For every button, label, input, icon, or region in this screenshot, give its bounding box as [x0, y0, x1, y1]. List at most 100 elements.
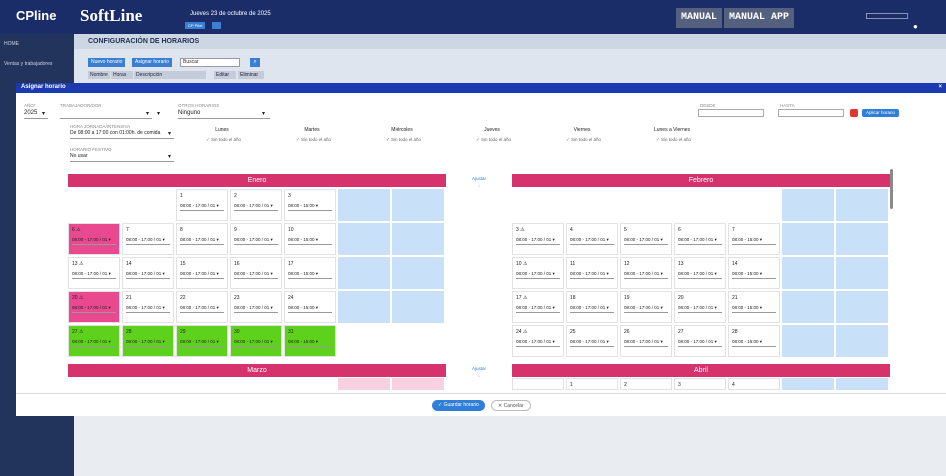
shift-select[interactable]: 08:00 - 17:00 / 01 ▾	[570, 305, 609, 311]
shift-select[interactable]: 08:00 - 17:00 / 01 ▾	[516, 271, 555, 277]
shift-select[interactable]: 08:00 - 17:00 / 01 ▾	[126, 305, 165, 311]
calendar-chevron-icon[interactable]: ▾	[262, 110, 265, 117]
search-icon[interactable]: ⌕	[250, 58, 260, 67]
manual-app-button[interactable]: MANUAL APP	[724, 8, 795, 28]
year-chevron-icon[interactable]: ▾	[42, 110, 45, 117]
day-cell[interactable]: 24 ⚠ 08:00 - 17:00 / 01 ▾	[512, 325, 564, 357]
search-input[interactable]: Buscar	[180, 58, 240, 67]
shift-select[interactable]: 08:00 - 17:00 / 01 ▾	[180, 339, 219, 345]
day-cell[interactable]	[836, 378, 888, 390]
worker-filter-icon[interactable]: ▾	[157, 110, 160, 117]
day-cell[interactable]: 17 ⚠ 08:00 - 17:00 / 01 ▾	[512, 291, 564, 323]
shift-select[interactable]: 08:00 - 17:00 / 01 ▾	[624, 305, 663, 311]
day-cell[interactable]: 1	[566, 378, 618, 390]
day-cell[interactable]	[338, 291, 390, 323]
day-cell[interactable]: 23 08:00 - 17:00 / 01 ▾	[230, 291, 282, 323]
day-cell[interactable]: 8 08:00 - 17:00 / 01 ▾	[176, 223, 228, 255]
day-cell[interactable]: 27 08:00 - 17:00 / 01 ▾	[674, 325, 726, 357]
day-cell[interactable]: 30 08:00 - 17:00 / 01 ▾	[230, 325, 282, 357]
shift-select[interactable]: 08:00 - 17:00 / 01 ▾	[72, 339, 111, 345]
shift-select[interactable]: 08:00 - 17:00 / 01 ▾	[126, 271, 165, 277]
day-cell[interactable]	[512, 378, 564, 390]
day-cell[interactable]: 26 08:00 - 17:00 / 01 ▾	[620, 325, 672, 357]
manual-button[interactable]: MANUAL	[676, 8, 723, 28]
shift-select[interactable]: 08:00 - 17:00 / 01 ▾	[516, 237, 555, 243]
shift-select[interactable]: 08:00 - 15:00 ▾	[288, 237, 318, 243]
shift-select[interactable]: 08:00 - 17:00 / 01 ▾	[126, 339, 165, 345]
day-cell[interactable]: 13 08:00 - 17:00 / 01 ▾	[674, 257, 726, 289]
shift-select[interactable]: 08:00 - 15:00 ▾	[288, 203, 318, 209]
new-schedule-button[interactable]: Nuevo horario	[88, 58, 126, 67]
day-cell[interactable]	[392, 223, 444, 255]
weekday-martes-check[interactable]: ✓ Sin todo el año	[296, 137, 331, 143]
day-cell[interactable]: 10 ⚠ 08:00 - 17:00 / 01 ▾	[512, 257, 564, 289]
day-cell[interactable]: 9 08:00 - 17:00 / 01 ▾	[230, 223, 282, 255]
day-cell[interactable]: 15 08:00 - 17:00 / 01 ▾	[176, 257, 228, 289]
shift-select[interactable]: 08:00 - 17:00 / 01 ▾	[516, 339, 555, 345]
user-icon[interactable]: ●	[913, 22, 918, 31]
shift-select[interactable]: 08:00 - 17:00 / 01 ▾	[570, 271, 609, 277]
shift-select[interactable]: 08:00 - 17:00 / 01 ▾	[180, 203, 219, 209]
day-cell[interactable]: 3	[674, 378, 726, 390]
day-cell[interactable]	[782, 189, 834, 221]
sidebar-item-ventas[interactable]: Ventas y trabajadores	[4, 61, 52, 67]
shift-select[interactable]: 08:00 - 17:00 / 01 ▾	[234, 271, 273, 277]
day-cell[interactable]: 4 08:00 - 17:00 / 01 ▾	[566, 223, 618, 255]
day-cell[interactable]: 4	[728, 378, 780, 390]
col-nombre[interactable]: Nombre	[88, 71, 110, 79]
col-horas[interactable]: Horas	[111, 71, 133, 79]
shift-select[interactable]: 08:00 - 15:00 ▾	[732, 271, 762, 277]
top-checkbox[interactable]	[866, 13, 908, 19]
day-cell[interactable]	[782, 223, 834, 255]
shift-select[interactable]: 08:00 - 17:00 / 01 ▾	[624, 271, 663, 277]
day-cell[interactable]	[836, 291, 888, 323]
weekday-jueves-check[interactable]: ✓ Sin todo el año	[476, 137, 511, 143]
day-cell[interactable]: 16 08:00 - 17:00 / 01 ▾	[230, 257, 282, 289]
day-cell[interactable]: 31 08:00 - 15:00 ▾	[284, 325, 336, 357]
save-schedule-button[interactable]: ✓ Guardar horario	[432, 400, 485, 411]
shift-select[interactable]: 08:00 - 17:00 / 01 ▾	[624, 339, 663, 345]
day-cell[interactable]: 17 08:00 - 15:00 ▾	[284, 257, 336, 289]
day-cell[interactable]: 6 08:00 - 17:00 / 01 ▾	[674, 223, 726, 255]
pilot-icon[interactable]	[212, 22, 221, 29]
shift-select[interactable]: 08:00 - 17:00 / 01 ▾	[624, 237, 663, 243]
day-cell[interactable]	[392, 257, 444, 289]
day-cell[interactable]	[782, 291, 834, 323]
day-cell[interactable]: 12 08:00 - 17:00 / 01 ▾	[620, 257, 672, 289]
day-cell[interactable]	[782, 257, 834, 289]
shift-select[interactable]: 08:00 - 17:00 / 01 ▾	[678, 305, 717, 311]
ajustar-link-1[interactable]: Ajustar ↓	[464, 175, 494, 189]
day-cell[interactable]: 29 08:00 - 17:00 / 01 ▾	[176, 325, 228, 357]
day-cell[interactable]	[782, 378, 834, 390]
day-cell[interactable]: 3 08:00 - 15:00 ▾	[284, 189, 336, 221]
shift-select[interactable]: 08:00 - 17:00 / 01 ▾	[678, 237, 717, 243]
shift-select[interactable]: 08:00 - 17:00 / 01 ▾	[180, 237, 219, 243]
day-cell[interactable]: 14 08:00 - 15:00 ▾	[728, 257, 780, 289]
day-cell[interactable]: 28 08:00 - 17:00 / 01 ▾	[122, 325, 174, 357]
col-eliminar[interactable]: Eliminar	[238, 71, 264, 79]
day-cell[interactable]: 11 08:00 - 17:00 / 01 ▾	[566, 257, 618, 289]
shift-select[interactable]: 08:00 - 17:00 / 01 ▾	[72, 271, 111, 277]
day-cell[interactable]: 7 08:00 - 15:00 ▾	[728, 223, 780, 255]
shift-select[interactable]: 08:00 - 17:00 / 01 ▾	[180, 305, 219, 311]
day-cell[interactable]: 10 08:00 - 15:00 ▾	[284, 223, 336, 255]
worker-chevron-icon[interactable]: ▾	[146, 110, 149, 117]
day-cell[interactable]	[392, 291, 444, 323]
day-cell[interactable]: 20 ⚠ 08:00 - 17:00 / 01 ▾	[68, 291, 120, 323]
day-cell[interactable]: 20 08:00 - 17:00 / 01 ▾	[674, 291, 726, 323]
shift-select[interactable]: 08:00 - 15:00 ▾	[288, 305, 318, 311]
shift-select[interactable]: 08:00 - 17:00 / 01 ▾	[180, 271, 219, 277]
shift-select[interactable]: 08:00 - 17:00 / 01 ▾	[234, 339, 273, 345]
col-editar[interactable]: Editar	[214, 71, 236, 79]
col-descripcion[interactable]: Descripción	[134, 71, 206, 79]
day-cell[interactable]: 21 08:00 - 17:00 / 01 ▾	[122, 291, 174, 323]
day-cell[interactable]: 27 ⚠ 08:00 - 17:00 / 01 ▾	[68, 325, 120, 357]
close-icon[interactable]: ×	[938, 84, 942, 90]
pilot-badge[interactable]: CP Pilot	[185, 22, 206, 29]
day-cell[interactable]: 2 08:00 - 17:00 / 01 ▾	[230, 189, 282, 221]
shift-select[interactable]: 08:00 - 15:00 ▾	[732, 305, 762, 311]
shift-select[interactable]: 08:00 - 17:00 / 01 ▾	[570, 339, 609, 345]
weekday-lunes-check[interactable]: ✓ Sin todo el año	[206, 137, 241, 143]
clear-dates-icon[interactable]	[850, 109, 858, 117]
day-cell[interactable]: 7 08:00 - 17:00 / 01 ▾	[122, 223, 174, 255]
